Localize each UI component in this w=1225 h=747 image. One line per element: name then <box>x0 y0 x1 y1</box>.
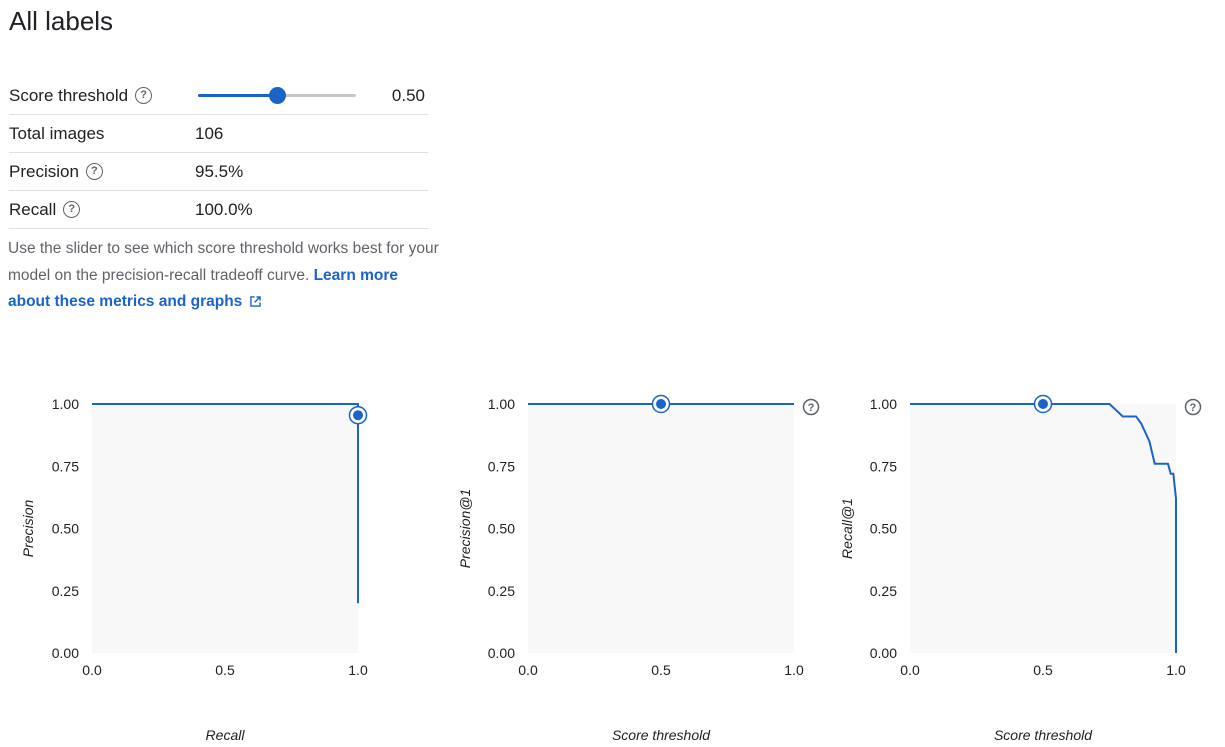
y-tick-label: 0.75 <box>488 458 515 474</box>
y-axis-title: Precision@1 <box>457 489 473 569</box>
x-axis-title: Score threshold <box>994 727 1093 743</box>
y-tick-label: 0.25 <box>52 583 79 599</box>
y-tick-label: 0.50 <box>488 521 515 537</box>
chart-3: 0.00 0.25 0.50 0.75 1.00 0.0 0.5 1.0 Score thres… <box>839 394 1202 743</box>
help-icon[interactable]: ? <box>802 398 820 416</box>
x-tick-label: 0.0 <box>900 662 920 678</box>
threshold-marker <box>656 399 666 409</box>
threshold-marker <box>1038 399 1048 409</box>
threshold-marker <box>353 410 363 421</box>
x-tick-label: 1.0 <box>784 662 804 678</box>
svg-text:?: ? <box>1190 402 1197 414</box>
y-tick-label: 0.75 <box>52 458 79 474</box>
svg-text:?: ? <box>808 402 815 414</box>
x-tick-label: 1.0 <box>348 662 368 678</box>
y-axis-title: Recall@1 <box>839 498 855 559</box>
x-axis-title: Score threshold <box>612 727 711 743</box>
y-tick-label: 0.50 <box>52 521 79 537</box>
y-tick-label: 0.50 <box>870 521 897 537</box>
y-tick-label: 0.00 <box>870 645 897 661</box>
y-tick-label: 1.00 <box>488 396 515 412</box>
y-tick-label: 0.25 <box>488 583 515 599</box>
plot-area <box>528 404 794 653</box>
x-axis-title: Recall <box>206 727 246 743</box>
y-tick-label: 0.00 <box>488 645 515 661</box>
chart-2: 0.00 0.25 0.50 0.75 1.00 0.0 0.5 1.0 Score thres… <box>457 394 820 743</box>
y-tick-label: 0.75 <box>870 458 897 474</box>
plot-area <box>910 404 1176 653</box>
chart-1: 0.00 0.25 0.50 0.75 1.00 0.0 0.5 1.0 Recall Preci… <box>20 396 368 743</box>
x-tick-label: 0.0 <box>518 662 538 678</box>
plot-area <box>92 404 358 653</box>
x-tick-label: 0.5 <box>651 662 671 678</box>
x-tick-label: 1.0 <box>1166 662 1186 678</box>
y-tick-label: 1.00 <box>870 396 897 412</box>
y-axis-title: Precision <box>20 500 36 558</box>
y-tick-label: 0.00 <box>52 645 79 661</box>
y-tick-label: 0.25 <box>870 583 897 599</box>
y-tick-label: 1.00 <box>52 396 79 412</box>
x-tick-label: 0.0 <box>82 662 102 678</box>
help-icon[interactable]: ? <box>1184 398 1202 416</box>
x-tick-label: 0.5 <box>215 662 235 678</box>
x-tick-label: 0.5 <box>1033 662 1053 678</box>
charts-area: 0.00 0.25 0.50 0.75 1.00 0.0 0.5 1.0 Recall Preci… <box>20 394 1202 743</box>
